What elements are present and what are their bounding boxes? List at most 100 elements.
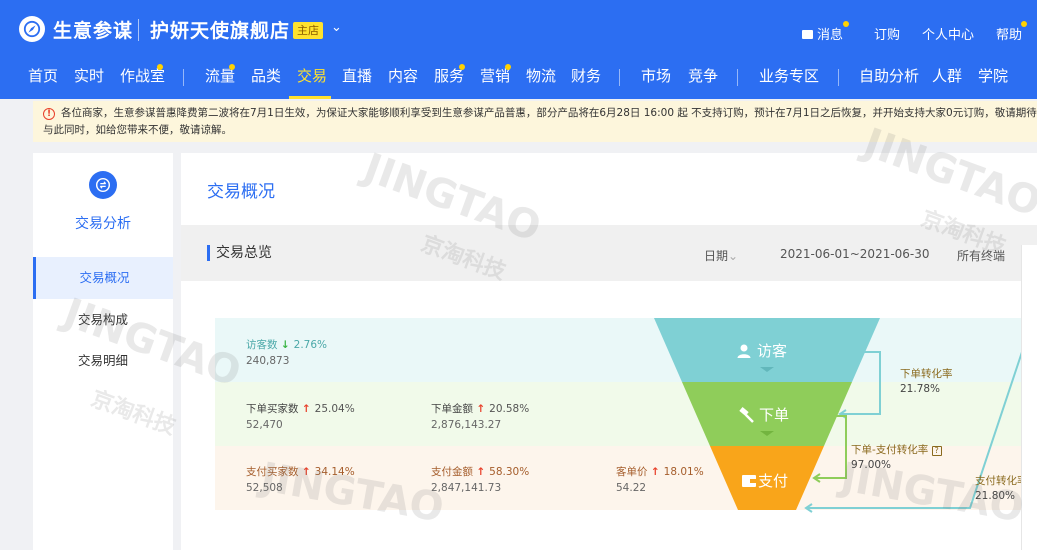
nav-trade[interactable]: 交易 bbox=[297, 65, 327, 86]
subscribe-link[interactable]: 订购 bbox=[874, 24, 900, 43]
metric-pct: 34.14% bbox=[314, 466, 355, 478]
stage-label-text: 下单 bbox=[759, 406, 790, 424]
section-marker bbox=[207, 245, 210, 261]
metric-pay-amount[interactable]: 支付金额 ↑ 58.30% 2,847,141.73 bbox=[431, 464, 529, 494]
nav-separator bbox=[619, 69, 620, 86]
metric-value: 2,847,141.73 bbox=[431, 482, 502, 494]
metric-label: 支付买家数 bbox=[246, 466, 299, 478]
metric-value: 52,470 bbox=[246, 419, 283, 431]
stage-label-pay: 支付 bbox=[742, 470, 788, 491]
nav-realtime[interactable]: 实时 bbox=[74, 65, 104, 86]
conversion-pay-rate: 支付转化率 21.80% bbox=[975, 473, 1028, 502]
metric-visitors[interactable]: 访客数 ↓ 2.76% 240,873 bbox=[246, 337, 327, 367]
metric-label: 访客数 bbox=[246, 339, 278, 351]
conversion-value: 21.78% bbox=[900, 383, 941, 395]
sidebar-title: 交易分析 bbox=[75, 216, 131, 232]
nav-self-analysis[interactable]: 自助分析 bbox=[859, 65, 919, 86]
stage-label-visit: 访客 bbox=[736, 340, 787, 361]
nav-crowd[interactable]: 人群 bbox=[932, 65, 962, 86]
metric-label: 下单买家数 bbox=[246, 403, 299, 415]
nav-service-dot bbox=[459, 64, 465, 70]
nav-finance[interactable]: 财务 bbox=[571, 65, 601, 86]
warning-icon: ! bbox=[43, 108, 55, 120]
date-label: 日期 bbox=[704, 249, 729, 263]
store-name[interactable]: 护妍天使旗舰店 bbox=[150, 16, 290, 43]
date-dropdown[interactable]: 日期⌄ bbox=[704, 247, 738, 264]
store-switch-chevron-icon[interactable]: ⌄ bbox=[331, 20, 342, 35]
conversion-value: 21.80% bbox=[975, 490, 1016, 502]
arrow-up-icon: ↑ bbox=[476, 403, 486, 415]
stage-label-text: 访客 bbox=[757, 342, 788, 360]
personal-center-link[interactable]: 个人中心 bbox=[922, 24, 974, 43]
message-link[interactable]: 消息 bbox=[802, 24, 843, 43]
sidebar-item-details[interactable]: 交易明细 bbox=[33, 340, 173, 382]
nav-separator bbox=[183, 69, 184, 86]
conversion-label: 下单转化率 bbox=[900, 368, 953, 380]
metric-pct: 25.04% bbox=[314, 403, 355, 415]
nav-market[interactable]: 市场 bbox=[641, 65, 671, 86]
sidebar-item-overview[interactable]: 交易概况 bbox=[33, 257, 173, 299]
nav-business-zone[interactable]: 业务专区 bbox=[759, 65, 819, 86]
nav-content[interactable]: 内容 bbox=[388, 65, 418, 86]
mail-icon bbox=[802, 30, 813, 39]
conversion-value: 97.00% bbox=[851, 459, 892, 471]
metric-value: 2,876,143.27 bbox=[431, 419, 502, 431]
arrow-up-icon: ↑ bbox=[301, 466, 311, 478]
header-divider bbox=[138, 19, 139, 41]
help-question-icon[interactable]: ? bbox=[931, 446, 942, 456]
wallet-icon bbox=[742, 474, 756, 487]
page-title: 交易概况 bbox=[207, 182, 275, 202]
metric-order-buyers[interactable]: 下单买家数 ↑ 25.04% 52,470 bbox=[246, 401, 355, 431]
nav-home[interactable]: 首页 bbox=[28, 65, 58, 86]
nav-separator bbox=[838, 69, 839, 86]
notice-text: 各位商家，生意参谋普惠降费第二波将在7月1日生效，为保证大家能够顺利享受到生意参… bbox=[61, 107, 1037, 119]
metric-value: 52,508 bbox=[246, 482, 283, 494]
main-nav: 首页 实时 作战室 流量 品类 交易 直播 内容 服务 营销 物流 财务 市场 … bbox=[0, 58, 1037, 99]
notice-text-2: 与此同时，如给您带来不便，敬请谅解。 bbox=[43, 124, 232, 136]
user-icon bbox=[737, 344, 751, 358]
brand-name[interactable]: 生意参谋 bbox=[53, 16, 133, 43]
stage-label-order: 下单 bbox=[738, 404, 789, 425]
right-side-panel bbox=[1021, 245, 1037, 550]
metric-value: 240,873 bbox=[246, 355, 290, 367]
metric-pay-buyers[interactable]: 支付买家数 ↑ 34.14% 52,508 bbox=[246, 464, 355, 494]
gavel-icon bbox=[739, 406, 754, 423]
metric-label: 下单金额 bbox=[431, 403, 473, 415]
notice-banner: ! 各位商家，生意参谋普惠降费第二波将在7月1日生效，为保证大家能够顺利享受到生… bbox=[33, 101, 1037, 142]
top-header: 生意参谋 护妍天使旗舰店 主店 ⌄ 消息 订购 个人中心 帮助 首页 实时 作战… bbox=[0, 0, 1037, 99]
section-header: 交易总览 日期⌄ 2021-06-01~2021-06-30 所有终端 bbox=[181, 225, 1037, 281]
compass-logo-icon[interactable] bbox=[19, 16, 45, 42]
help-link[interactable]: 帮助 bbox=[996, 24, 1022, 43]
nav-war-room-dot bbox=[157, 64, 163, 70]
nav-academy[interactable]: 学院 bbox=[978, 65, 1008, 86]
conversion-order-rate: 下单转化率 21.78% bbox=[900, 366, 953, 395]
message-label: 消息 bbox=[817, 28, 844, 43]
arrow-down-icon: ↓ bbox=[280, 339, 290, 351]
nav-active-underline bbox=[289, 96, 331, 99]
help-dot bbox=[1021, 21, 1027, 27]
metric-pct: 2.76% bbox=[293, 339, 328, 351]
conversion-label: 支付转化率 bbox=[975, 475, 1028, 487]
metric-pct: 20.58% bbox=[489, 403, 530, 415]
arrow-up-icon: ↑ bbox=[476, 466, 486, 478]
trade-analysis-icon bbox=[89, 171, 117, 199]
conversion-order-pay-rate: 下单-支付转化率 ? 97.00% bbox=[851, 442, 942, 471]
sidebar: 交易分析 交易概况 交易构成 交易明细 bbox=[33, 153, 173, 550]
metric-order-amount[interactable]: 下单金额 ↑ 20.58% 2,876,143.27 bbox=[431, 401, 529, 431]
sidebar-item-composition[interactable]: 交易构成 bbox=[33, 299, 173, 341]
store-badge: 主店 bbox=[293, 22, 323, 39]
message-dot bbox=[843, 21, 849, 27]
nav-separator bbox=[737, 69, 738, 86]
date-range[interactable]: 2021-06-01~2021-06-30 bbox=[780, 247, 930, 261]
nav-category[interactable]: 品类 bbox=[251, 65, 281, 86]
conversion-label: 下单-支付转化率 bbox=[851, 444, 929, 456]
stage-label-text: 支付 bbox=[758, 472, 789, 490]
nav-competition[interactable]: 竞争 bbox=[688, 65, 718, 86]
chevron-down-icon: ⌄ bbox=[728, 249, 739, 263]
terminal-filter[interactable]: 所有终端 bbox=[957, 247, 1005, 264]
nav-marketing-dot bbox=[505, 64, 511, 70]
nav-logistics[interactable]: 物流 bbox=[526, 65, 556, 86]
metric-label: 支付金额 bbox=[431, 466, 473, 478]
section-title: 交易总览 bbox=[216, 245, 272, 261]
nav-live[interactable]: 直播 bbox=[342, 65, 372, 86]
